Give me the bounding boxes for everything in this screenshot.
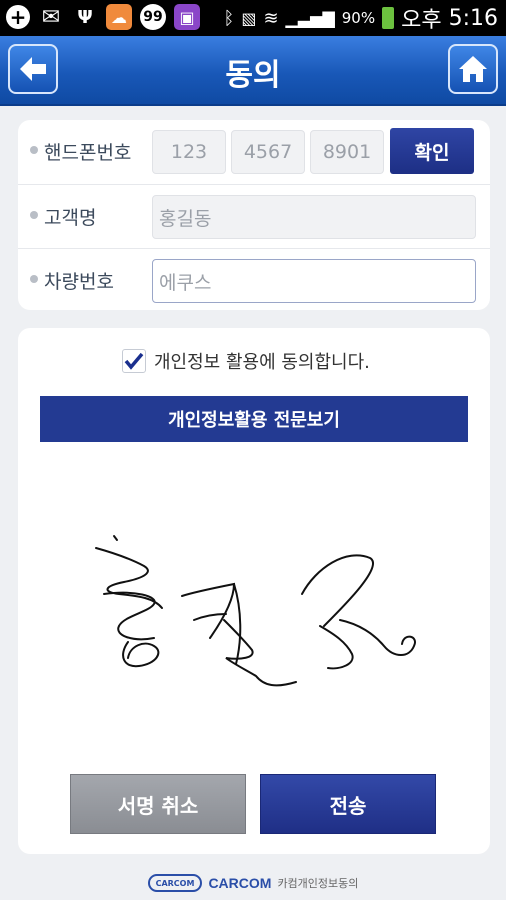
weather-icon: ☁: [106, 4, 132, 30]
wifi-icon: ≋: [263, 7, 279, 29]
consent-card: 개인정보 활용에 동의합니다. 개인정보활용 전문보기 서명 취소 전송: [18, 328, 490, 854]
car-row: 차량번호 에쿠스: [18, 248, 490, 311]
nfc-icon: ▧: [241, 8, 257, 28]
bullet-icon: [30, 211, 38, 219]
usb-icon: Ψ: [77, 6, 93, 28]
signature-stroke: [95, 535, 416, 687]
status-time: 5:16: [448, 5, 498, 31]
phone-row: 핸드폰번호 123 4567 8901 확인: [18, 120, 490, 183]
phone-part-3-input[interactable]: 8901: [310, 130, 384, 174]
phone-part-1-input[interactable]: 123: [152, 130, 226, 174]
consent-row[interactable]: 개인정보 활용에 동의합니다.: [122, 348, 370, 374]
battery-icon: [382, 7, 395, 29]
send-button[interactable]: 전송: [260, 774, 436, 834]
status-ampm: 오후: [401, 8, 442, 33]
home-icon: [459, 56, 487, 82]
book-icon: ▣: [174, 4, 200, 30]
consent-label: 개인정보 활용에 동의합니다.: [154, 352, 370, 373]
checkmark-icon: [124, 352, 144, 370]
consent-checkbox[interactable]: [122, 349, 146, 373]
phone-part-2-input[interactable]: 4567: [231, 130, 305, 174]
status-bar: + ✉ Ψ ☁ 99 ▣ ᛒ ▧ ≋ ▁▃▅▇ 90% 오후 5:16: [0, 0, 506, 36]
cancel-signature-button[interactable]: 서명 취소: [70, 774, 246, 834]
customer-info-card: 핸드폰번호 123 4567 8901 확인 고객명 홍길동 차량번호 에쿠스: [18, 120, 490, 310]
bullet-icon: [30, 275, 38, 283]
name-label: 고객명: [44, 207, 97, 229]
view-terms-button[interactable]: 개인정보활용 전문보기: [40, 396, 468, 442]
main-content: 핸드폰번호 123 4567 8901 확인 고객명 홍길동 차량번호 에쿠스 …: [0, 106, 506, 866]
home-button[interactable]: [448, 44, 498, 94]
footer-brand: CARCOM: [208, 875, 272, 891]
mail-icon: ✉: [41, 4, 61, 30]
chat-icon: 99: [140, 4, 166, 30]
bluetooth-icon: ᛒ: [223, 7, 235, 29]
car-label: 차량번호: [44, 271, 114, 293]
signature-pad[interactable]: [84, 508, 464, 778]
carcom-logo: CARCOM: [147, 874, 203, 892]
add-icon: +: [6, 5, 30, 29]
confirm-button[interactable]: 확인: [390, 128, 474, 174]
phone-label: 핸드폰번호: [44, 142, 132, 164]
battery-percent: 90%: [341, 9, 376, 27]
car-number-input[interactable]: 에쿠스: [152, 259, 476, 303]
page-title: 동의: [225, 58, 281, 93]
customer-name-input[interactable]: 홍길동: [152, 195, 476, 239]
footer-subtitle: 카컴개인정보동의: [277, 877, 359, 890]
footer: CARCOM CARCOM 카컴개인정보동의: [0, 866, 506, 900]
bullet-icon: [30, 146, 38, 154]
signal-icon: ▁▃▅▇: [285, 8, 335, 28]
app-header: 동의: [0, 36, 506, 106]
name-row: 고객명 홍길동: [18, 184, 490, 247]
